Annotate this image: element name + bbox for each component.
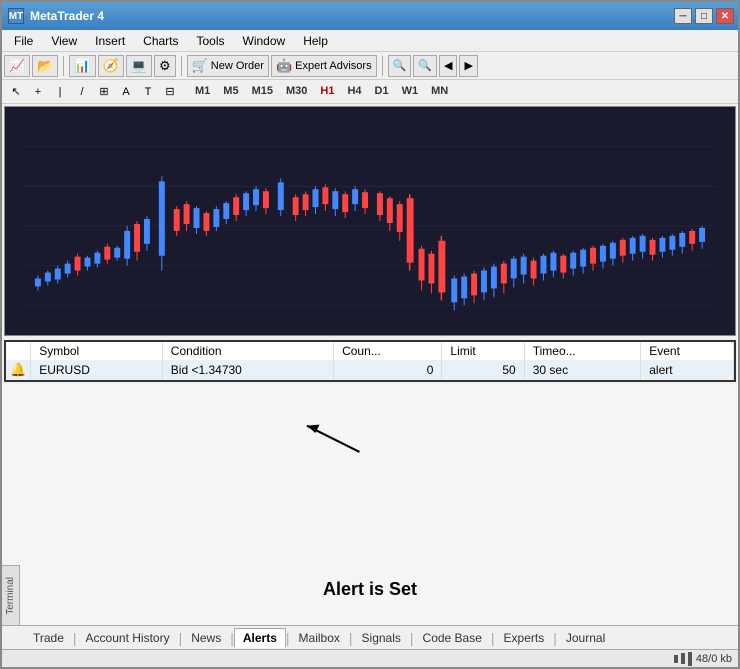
main-window: MT MetaTrader 4 ─ □ ✕ File View Insert C…: [0, 0, 740, 669]
col-condition: Condition: [162, 342, 333, 360]
alert-is-set-label: Alert is Set: [323, 579, 417, 600]
new-chart-button[interactable]: 📈: [4, 55, 30, 77]
memory-status: 48/0 kb: [696, 653, 732, 665]
col-count: Coun...: [334, 342, 442, 360]
bar-icon-1: [674, 655, 678, 663]
cell-timeout: 30 sec: [524, 360, 641, 380]
tf-m15[interactable]: M15: [246, 83, 279, 101]
cell-count: 0: [334, 360, 442, 380]
new-order-button[interactable]: 🛒 New Order: [187, 55, 269, 77]
toolbar-separator-2: [181, 56, 182, 76]
tab-trade[interactable]: Trade: [24, 628, 73, 647]
col-event: Event: [641, 342, 734, 360]
tab-experts[interactable]: Experts: [495, 628, 554, 647]
tf-m30[interactable]: M30: [280, 83, 313, 101]
chart-scroll-left-button[interactable]: ◀: [439, 55, 457, 77]
bell-icon: 🔔: [10, 362, 26, 377]
tab-signals[interactable]: Signals: [353, 628, 410, 647]
menu-bar: File View Insert Charts Tools Window Hel…: [2, 30, 738, 52]
alerts-panel: Symbol Condition Coun... Limit Timeo... …: [4, 340, 736, 382]
close-button[interactable]: ✕: [716, 8, 734, 24]
period-sep-button[interactable]: ⊟: [160, 83, 180, 101]
annotation-area: Alert is Set: [2, 384, 738, 625]
tab-account-history[interactable]: Account History: [77, 628, 179, 647]
strategy-tester-button[interactable]: ⚙: [154, 55, 176, 77]
expert-advisors-button[interactable]: 🤖 Expert Advisors: [271, 55, 377, 77]
tab-mailbox[interactable]: Mailbox: [290, 628, 349, 647]
title-bar: MT MetaTrader 4 ─ □ ✕: [2, 2, 738, 30]
tab-journal[interactable]: Journal: [557, 628, 614, 647]
open-button[interactable]: 📂: [32, 55, 58, 77]
draw-tool-button[interactable]: ⊞: [94, 83, 114, 101]
text-tool-button[interactable]: A: [116, 83, 136, 101]
navigator-button[interactable]: 🧭: [98, 55, 124, 77]
alerts-table: Symbol Condition Coun... Limit Timeo... …: [6, 342, 734, 380]
menu-insert[interactable]: Insert: [87, 32, 133, 50]
cursor-tools: ↖ + | / ⊞ A T ⊟: [6, 83, 180, 101]
tab-code-base[interactable]: Code Base: [414, 628, 491, 647]
menu-tools[interactable]: Tools: [189, 32, 233, 50]
text-button2[interactable]: T: [138, 83, 158, 101]
new-order-label: New Order: [211, 60, 264, 72]
menu-help[interactable]: Help: [295, 32, 336, 50]
cell-event: alert: [641, 360, 734, 380]
cell-limit: 50: [442, 360, 524, 380]
toolbar-separator-3: [382, 56, 383, 76]
tf-m5[interactable]: M5: [217, 83, 244, 101]
tab-alerts[interactable]: Alerts: [234, 628, 286, 648]
menu-window[interactable]: Window: [235, 32, 294, 50]
arrow-cursor-button[interactable]: ↖: [6, 83, 26, 101]
candlestick-chart: [5, 107, 735, 335]
col-timeout: Timeo...: [524, 342, 641, 360]
zoom-out-button[interactable]: 🔍: [413, 55, 437, 77]
title-bar-buttons: ─ □ ✕: [674, 8, 734, 24]
zoom-in-button[interactable]: 🔍: [388, 55, 412, 77]
crosshair-button[interactable]: +: [28, 83, 48, 101]
tf-h4[interactable]: H4: [341, 83, 367, 101]
line-button[interactable]: |: [50, 83, 70, 101]
menu-view[interactable]: View: [43, 32, 85, 50]
market-watch-button[interactable]: 📊: [69, 55, 95, 77]
bar-icon-3: [688, 652, 692, 666]
toolbar-separator-1: [63, 56, 64, 76]
status-icon: [674, 652, 696, 666]
col-symbol: Symbol: [31, 342, 163, 360]
tf-m1[interactable]: M1: [189, 83, 216, 101]
tf-h1[interactable]: H1: [314, 83, 340, 101]
minimize-button[interactable]: ─: [674, 8, 692, 24]
table-row[interactable]: 🔔 EURUSD Bid <1.34730 0 50 30 sec alert: [6, 360, 734, 380]
bottom-area: Terminal Trade | Account History | News …: [2, 625, 738, 667]
terminal-tabs: Trade | Account History | News | Alerts …: [2, 625, 738, 649]
cell-condition: Bid <1.34730: [162, 360, 333, 380]
maximize-button[interactable]: □: [695, 8, 713, 24]
status-bar: 48/0 kb: [2, 649, 738, 667]
chart-area[interactable]: [4, 106, 736, 336]
tf-mn[interactable]: MN: [425, 83, 454, 101]
chart-scroll-right-button[interactable]: ▶: [459, 55, 477, 77]
terminal-side-text: Terminal: [5, 577, 16, 615]
tab-news[interactable]: News: [182, 628, 230, 647]
tf-w1[interactable]: W1: [396, 83, 425, 101]
bar-icon-2: [681, 653, 685, 664]
timeframe-bar: ↖ + | / ⊞ A T ⊟ M1 M5 M15 M30 H1 H4 D1 W…: [2, 80, 738, 104]
menu-file[interactable]: File: [6, 32, 41, 50]
diagonal-line-button[interactable]: /: [72, 83, 92, 101]
terminal-button[interactable]: 💻: [126, 55, 152, 77]
terminal-side: Terminal: [2, 565, 20, 625]
col-limit: Limit: [442, 342, 524, 360]
menu-charts[interactable]: Charts: [135, 32, 186, 50]
expert-advisors-label: Expert Advisors: [295, 60, 371, 72]
tf-d1[interactable]: D1: [369, 83, 395, 101]
app-icon: MT: [8, 8, 24, 24]
cell-symbol: EURUSD: [31, 360, 163, 380]
main-toolbar: 📈 📂 📊 🧭 💻 ⚙ 🛒 New Order 🤖 Expert Advisor…: [2, 52, 738, 80]
window-title: MetaTrader 4: [30, 9, 104, 23]
title-bar-left: MT MetaTrader 4: [8, 8, 104, 24]
